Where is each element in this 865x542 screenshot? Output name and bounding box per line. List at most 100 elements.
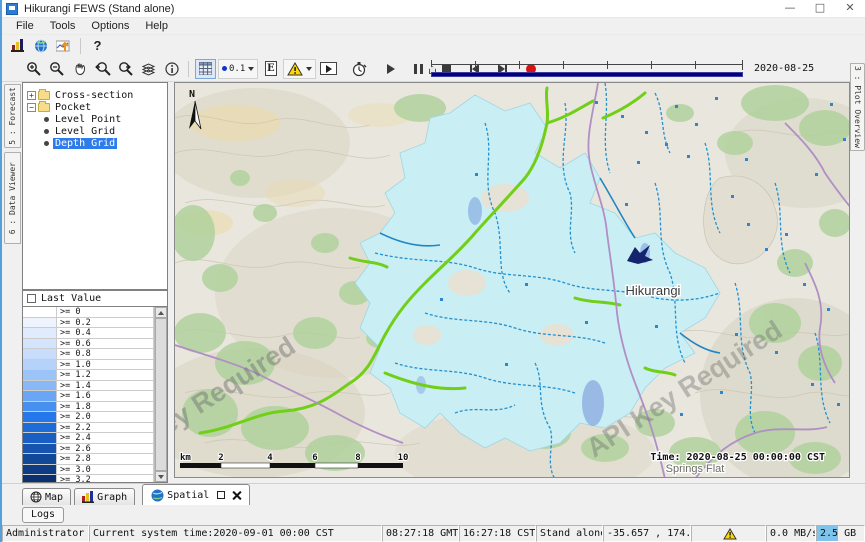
tab-data-viewer[interactable]: 6 : Data Viewer	[4, 152, 21, 244]
map-view[interactable]: Hikurangi Springs Flat API Key Required …	[174, 82, 850, 478]
legend-swatch	[23, 381, 57, 391]
status-mode: Stand alone	[536, 525, 603, 542]
legend-swatch	[23, 307, 57, 317]
warning-icon	[723, 528, 737, 540]
legend-row: >= 2.2	[23, 423, 154, 434]
folder-icon	[38, 91, 50, 100]
legend-row: >= 3.0	[23, 465, 154, 476]
collapse-icon[interactable]: −	[27, 103, 36, 112]
tab-data-viewer-label: 6 : Data Viewer	[8, 162, 17, 234]
info-button[interactable]	[161, 59, 182, 79]
close-panel-icon[interactable]	[232, 491, 241, 500]
place-label: Springs Flat	[666, 463, 725, 475]
menu-item[interactable]: File	[8, 20, 42, 32]
help-button[interactable]: ?	[87, 36, 108, 56]
scroll-up-icon[interactable]	[155, 307, 167, 318]
labels-button[interactable]: E	[260, 59, 281, 79]
tab-forecast-label: 5 : Forecast	[8, 87, 17, 145]
legend-swatch	[23, 412, 57, 422]
legend-panel: Last Value >= 0 >= 0.2	[22, 290, 168, 483]
tree-item-level-point[interactable]: Level Point	[23, 113, 167, 125]
tab-plot-overview[interactable]: 3 : Plot Overview	[850, 63, 865, 151]
warning-icon	[287, 62, 303, 76]
scroll-thumb[interactable]	[155, 318, 167, 471]
menu-item[interactable]: Tools	[42, 20, 84, 32]
tab-spatial[interactable]: Spatial	[142, 484, 250, 505]
legend-row: >= 2.6	[23, 444, 154, 455]
menu-item[interactable]: Help	[137, 20, 176, 32]
legend-row: >= 0.2	[23, 318, 154, 329]
last-value-checkbox[interactable]	[27, 294, 36, 303]
timeline-datetime: 2020-08-25 00:00:00 CST	[754, 56, 865, 82]
legend-swatch	[23, 318, 57, 328]
bottom-tab-bar: Map Graph Spatial	[2, 483, 865, 505]
svg-text:2: 2	[218, 453, 223, 463]
logs-button[interactable]: Logs	[22, 507, 64, 523]
svg-text:6: 6	[312, 453, 317, 463]
tab-graph[interactable]: Graph	[74, 488, 135, 505]
legend-label: >= 3.0	[57, 465, 154, 475]
pan-button[interactable]	[69, 59, 90, 79]
zoom-previous-button[interactable]	[92, 59, 113, 79]
bar-chart-icon	[82, 491, 94, 503]
folder-icon	[38, 103, 50, 112]
status-warning[interactable]	[691, 525, 766, 542]
label-icon: E	[265, 61, 277, 76]
legend-row: >= 1.8	[23, 402, 154, 413]
map-display-button[interactable]	[30, 36, 51, 56]
legend-row: >= 2.0	[23, 412, 154, 423]
legend-label: >= 0.6	[57, 339, 154, 349]
database-display-button[interactable]	[7, 36, 28, 56]
zoom-next-icon	[118, 61, 134, 76]
zoom-out-button[interactable]	[46, 59, 67, 79]
chart-arrow-icon	[56, 39, 71, 53]
close-button[interactable]: ✕	[835, 0, 865, 17]
timeline-track	[431, 64, 743, 65]
tab-forecast[interactable]: 5 : Forecast	[4, 84, 21, 148]
zoom-in-icon	[26, 61, 41, 76]
minimize-button[interactable]: —	[775, 0, 805, 17]
tree-item-label: Pocket	[53, 102, 93, 113]
legend-row: >= 2.4	[23, 433, 154, 444]
thresholds-warning-dropdown[interactable]	[283, 59, 316, 79]
scroll-down-icon[interactable]	[155, 471, 167, 482]
zoom-next-button[interactable]	[115, 59, 136, 79]
legend-swatch	[23, 370, 57, 380]
tree-item-label: Level Grid	[53, 126, 117, 137]
timeseries-display-button[interactable]	[53, 36, 74, 56]
application-window: Hikurangi FEWS (Stand alone) — □ ✕ FileT…	[0, 0, 865, 542]
expand-icon[interactable]: +	[27, 91, 36, 100]
legend-swatch	[23, 475, 57, 483]
blue-globe-icon	[151, 489, 164, 502]
legend-label: >= 2.2	[57, 423, 154, 433]
play-button[interactable]	[380, 59, 401, 79]
legend-swatch	[23, 454, 57, 464]
threshold-dropdown[interactable]: 0.1	[218, 59, 258, 79]
timeline-slider[interactable]	[427, 60, 747, 78]
grid-display-button[interactable]	[195, 59, 216, 79]
maximize-panel-icon[interactable]	[217, 491, 225, 499]
memory-label: 2.5 GB	[817, 528, 856, 539]
layers-button[interactable]	[138, 59, 159, 79]
legend-swatch	[23, 339, 57, 349]
bullet-icon	[44, 141, 49, 146]
menu-item[interactable]: Options	[83, 20, 137, 32]
tree-item-level-grid[interactable]: Level Grid	[23, 125, 167, 137]
zoom-in-button[interactable]	[23, 59, 44, 79]
left-tab-strip: 5 : Forecast 6 : Data Viewer	[2, 82, 22, 483]
animation-timer-button[interactable]	[348, 59, 369, 79]
legend-row: >= 0	[23, 307, 154, 318]
help-icon: ?	[94, 38, 102, 53]
tree-item-pocket[interactable]: − Pocket	[23, 101, 167, 113]
maximize-button[interactable]: □	[805, 0, 835, 17]
legend-header: Last Value	[22, 290, 168, 307]
tab-map[interactable]: Map	[22, 488, 71, 505]
map-time-label: Time: 2020-08-25 00:00:00 CST	[650, 451, 825, 463]
legend-row: >= 0.8	[23, 349, 154, 360]
tree-item-cross-section[interactable]: + Cross-section	[23, 89, 167, 101]
tree-item-depth-grid[interactable]: Depth Grid	[23, 137, 167, 149]
status-memory: 2.5 GB	[816, 525, 865, 542]
animation-display-button[interactable]	[318, 59, 339, 79]
legend-row: >= 1.0	[23, 360, 154, 371]
legend-scrollbar[interactable]	[154, 307, 167, 482]
